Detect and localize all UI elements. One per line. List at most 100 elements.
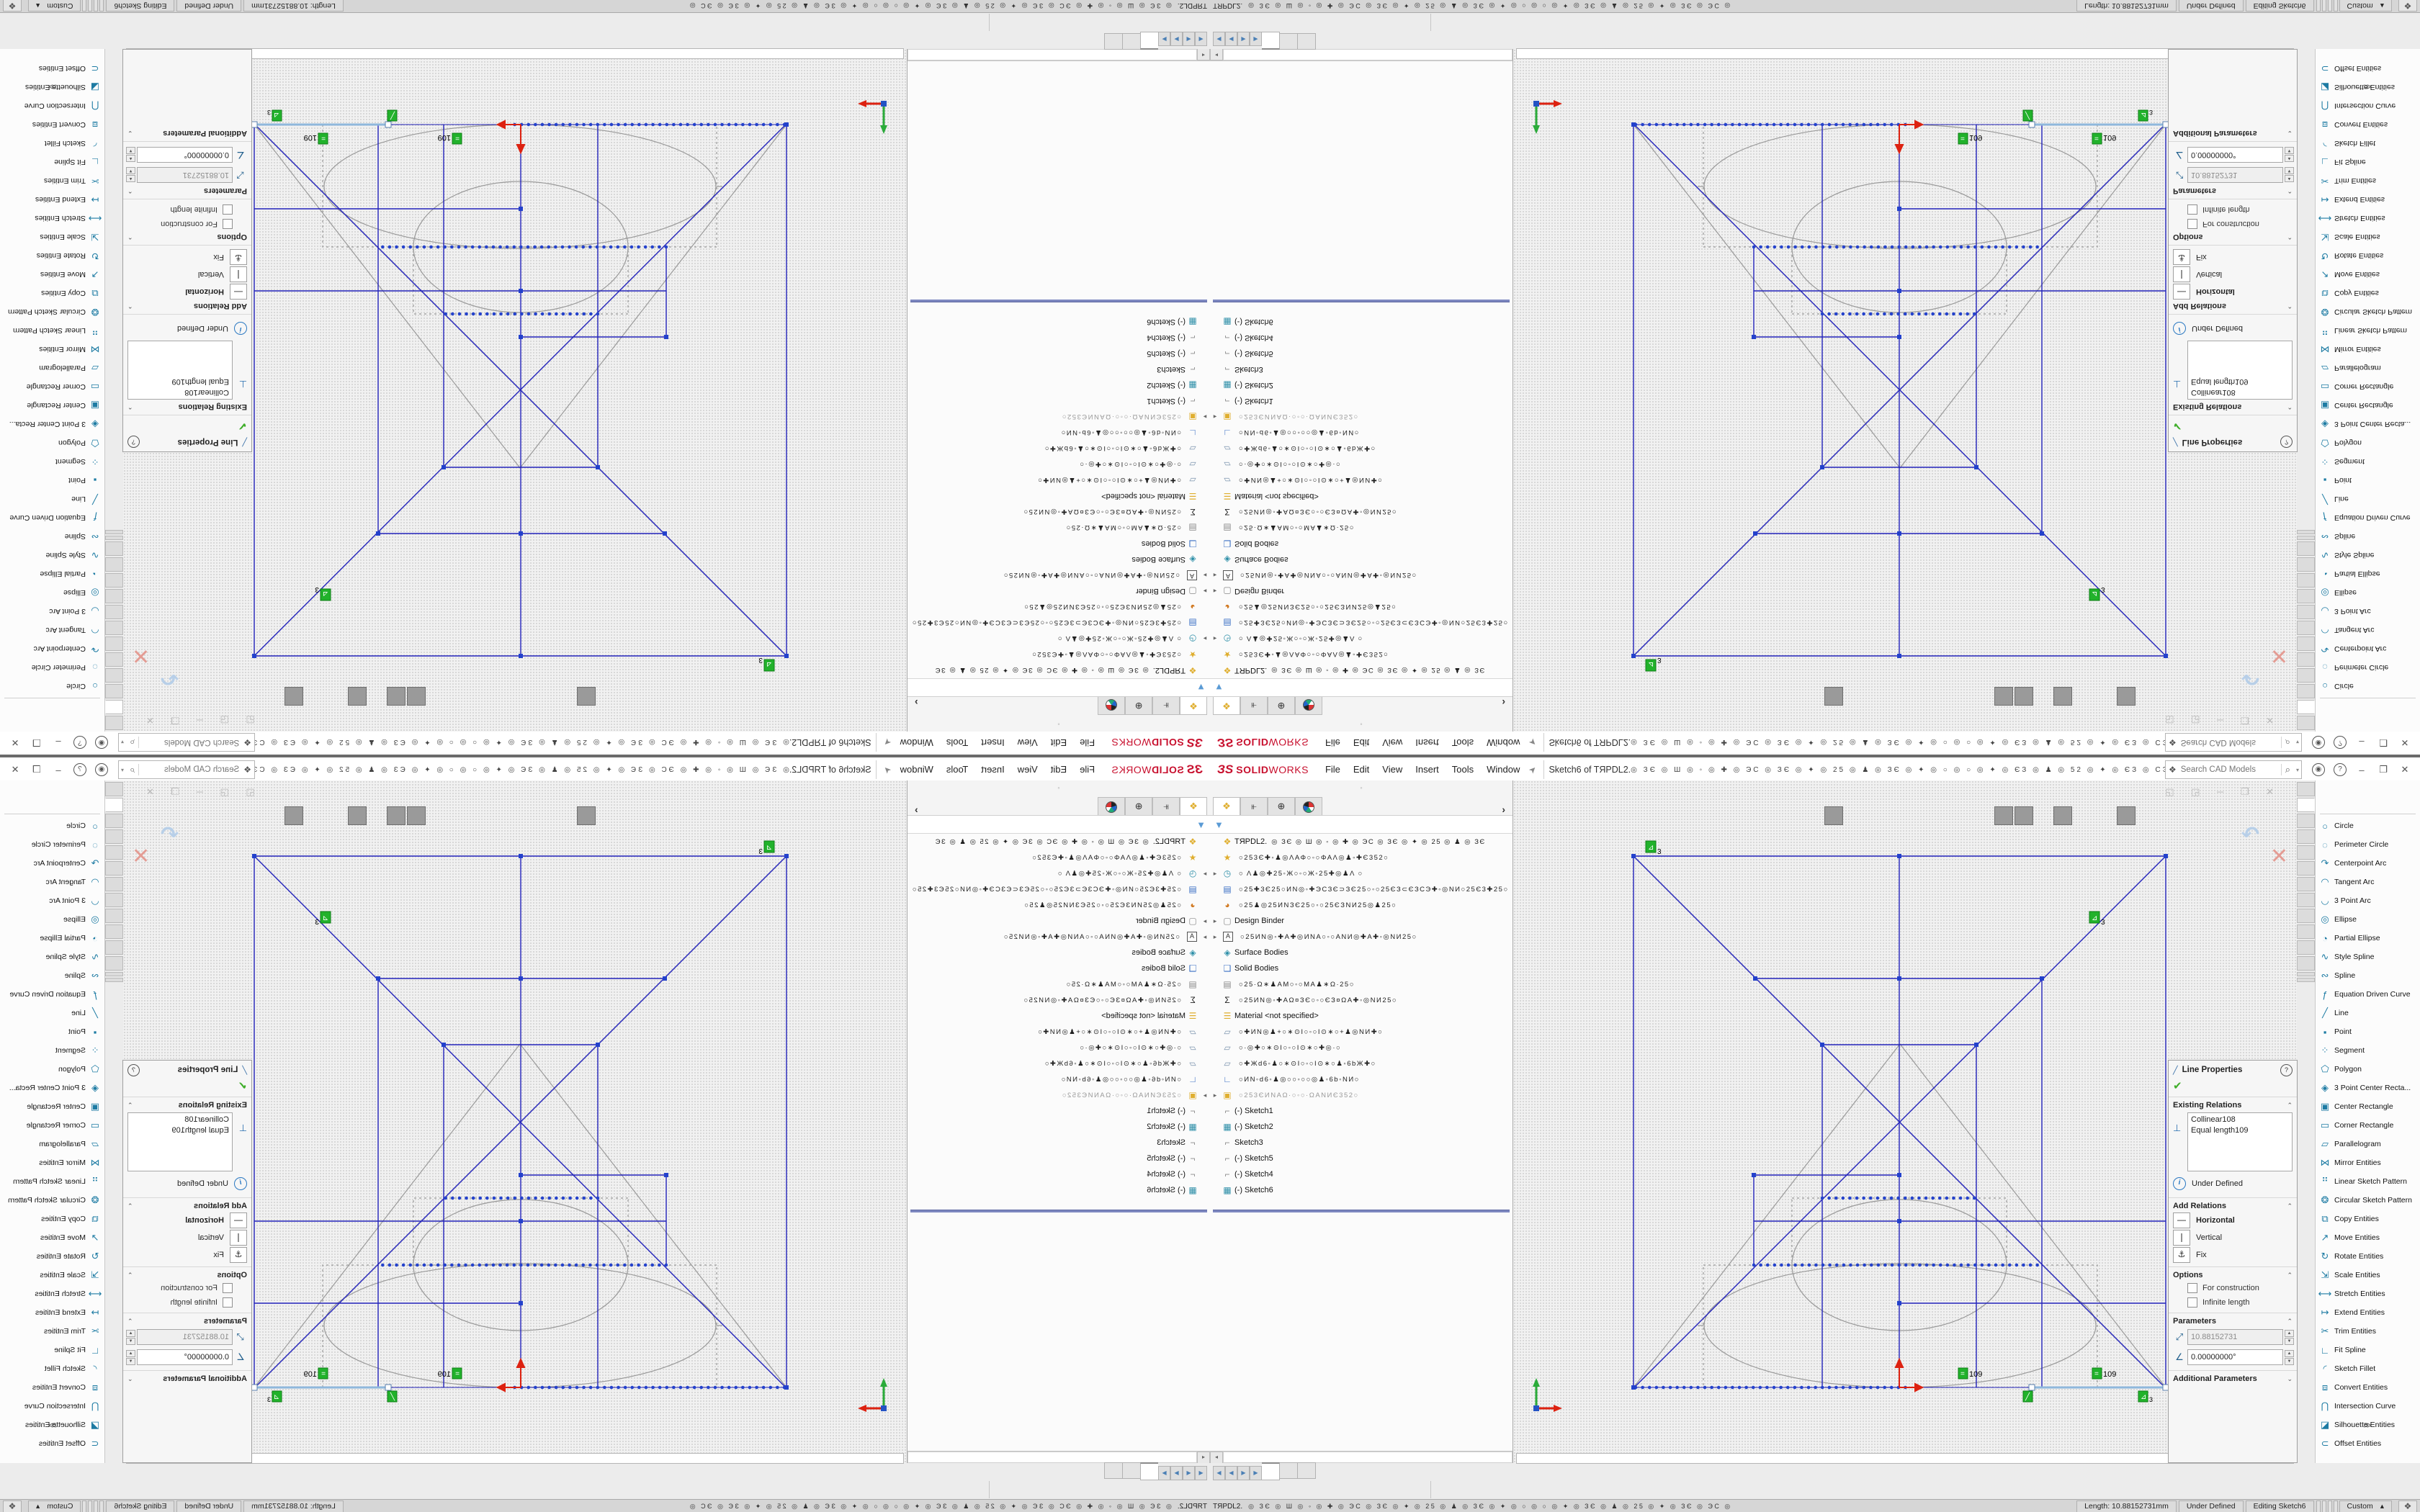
view-toolbar-icon[interactable] <box>1712 807 1729 824</box>
section-add-relations[interactable]: Add Relations⌃ <box>2169 1197 2297 1212</box>
featuremanager-tab-tree[interactable]: ❖ <box>1213 697 1240 715</box>
relation-button-icon[interactable]: ❘ <box>230 266 247 282</box>
tree-row[interactable]: ▸ ◷ ○ Λ♟◎✚25◦Ж○◦○Ж◦25✚◎♟Λ ○ <box>1210 631 1512 647</box>
view-toolbar-icon[interactable] <box>803 688 820 705</box>
view-toolbar-icon[interactable] <box>2092 688 2110 705</box>
sketch-tool-item[interactable]: ✂ Trim Entities <box>0 171 104 190</box>
sketch-tool-item[interactable]: ⠛ Linear Sketch Pattern <box>2316 1172 2420 1191</box>
commandmanager-tab[interactable] <box>105 924 123 939</box>
rollback-bar[interactable] <box>910 1210 1207 1212</box>
search-caret-icon[interactable]: ▾ <box>119 739 126 746</box>
menu-item[interactable]: Insert <box>1409 758 1446 781</box>
view-toolbar-icon[interactable] <box>247 807 264 824</box>
view-toolbar-icon[interactable] <box>1731 688 1748 705</box>
option-row[interactable]: Infinite length <box>2169 1295 2297 1310</box>
sketch-tool-item[interactable]: ƒ Equation Driven Curve <box>2316 985 2420 1004</box>
sketch-tool-item[interactable]: ⋂ Intersection Curve <box>0 1397 104 1416</box>
commandmanager-tab[interactable] <box>105 668 123 683</box>
tree-row[interactable]: ◕ ○25♟◎25ИΝЗЄ25○◦○25ЄЗΝИ25◎♟25○ <box>1210 599 1512 615</box>
commandmanager-tab[interactable] <box>105 782 123 796</box>
view-toolbar-icon[interactable] <box>1976 807 1993 824</box>
search-icon[interactable]: ⌕ <box>2281 764 2294 775</box>
view-toolbar-icon[interactable] <box>1562 688 1579 705</box>
view-toolbar-icon[interactable] <box>305 688 309 705</box>
section-options[interactable]: Options⌃ <box>123 1266 251 1281</box>
view-toolbar-icon[interactable] <box>2092 807 2110 824</box>
view-toolbar-icon[interactable] <box>228 688 246 705</box>
tree-row[interactable]: ⌐ (-) Sketch1 <box>908 1103 1210 1119</box>
relation-item[interactable]: Equal length109 <box>131 376 229 387</box>
tree-row[interactable]: ☰ Material <not specified> <box>908 488 1210 504</box>
option-row[interactable]: For construction <box>123 1281 251 1295</box>
tab-nav-button[interactable]: ▶ <box>1158 1466 1170 1480</box>
commandmanager-tab[interactable] <box>105 716 123 730</box>
view-toolbar-icon[interactable] <box>2015 806 2033 825</box>
spinner[interactable]: ▲▼ <box>2285 1350 2294 1365</box>
pin-menu-icon[interactable]: ➤ <box>881 763 893 775</box>
sketch-tool-item[interactable]: ▭ Corner Rectangle <box>0 1116 104 1135</box>
sketch-tool-item[interactable]: ▣ Center Rectangle <box>0 396 104 415</box>
sketch-tool-item[interactable]: ◡ 3 Point Arc <box>2316 602 2420 621</box>
view-toolbar-icon[interactable] <box>1901 688 1918 705</box>
menu-item[interactable]: File <box>1073 731 1101 754</box>
view-toolbar-icon[interactable] <box>407 806 426 825</box>
tree-row[interactable]: ☰ Material <not specified> <box>1210 1008 1512 1024</box>
view-toolbar-icon[interactable] <box>1919 688 1937 705</box>
tree-row[interactable]: ▱ ○✚ИΝ◎♟+○∗⊙Ι○◦○Ι⊙∗○+♟◎ΝИ✚○ <box>908 472 1210 488</box>
featuremanager-tab-configurations[interactable]: ⊕ <box>1125 697 1152 715</box>
tree-row[interactable]: ▤ ○25·Ω∗♟ΑΜ○◦○ΜΑ♟∗Ω·25○ <box>908 520 1210 536</box>
sketch-tool-item[interactable]: ▣ Center Rectangle <box>2316 1097 2420 1116</box>
commandmanager-tab[interactable] <box>2297 557 2315 572</box>
view-toolbar-icon[interactable] <box>1538 688 1542 705</box>
expand-arrow-icon[interactable]: ▸ <box>1200 1092 1210 1099</box>
relation-button-icon[interactable]: ⚓ <box>230 1247 247 1263</box>
add-relation-row[interactable]: — Horizontal <box>123 283 251 300</box>
sketch-tool-item[interactable]: ↦ Extend Entities <box>2316 190 2420 209</box>
tree-row[interactable]: ▸ A ○25ИΝ◎◦✚Α✚◎ИΝΑ○◦○ΑΝИ◎✚Α✚◦◎ΝИ25○ <box>908 929 1210 945</box>
commandmanager-tab[interactable] <box>105 589 123 603</box>
add-relation-row[interactable]: ❘ Vertical <box>2169 266 2297 283</box>
tree-row[interactable]: ⌐ Sketch3 <box>908 361 1210 377</box>
tab-nav-button[interactable]: ◀ <box>1183 1466 1195 1480</box>
more-tools-chevron-icon[interactable]: ≫ <box>0 1421 104 1430</box>
view-toolbar-icon[interactable] <box>502 807 519 824</box>
option-row[interactable]: Infinite length <box>123 1295 251 1310</box>
tab-nav-button[interactable]: ▶ <box>1170 1466 1183 1480</box>
add-relation-row[interactable]: — Horizontal <box>2169 1212 2297 1229</box>
restore-button[interactable]: ❐ <box>2372 764 2394 775</box>
sketch-tool-item[interactable]: ○ Circle <box>2316 816 2420 835</box>
view-toolbar-icon[interactable] <box>2111 807 2115 824</box>
view-toolbar-icon[interactable] <box>1994 806 2013 825</box>
featuremanager-tab-displaymanager[interactable] <box>1295 697 1322 715</box>
commandmanager-tab[interactable] <box>2297 541 2315 556</box>
sketch-tool-item[interactable]: ▪ Point <box>0 1022 104 1041</box>
close-button[interactable]: ✕ <box>4 764 26 775</box>
view-toolbar-icon[interactable] <box>2117 687 2136 706</box>
view-toolbar-icon[interactable] <box>859 688 877 705</box>
minimize-button[interactable]: – <box>48 737 69 748</box>
featuremanager-tab-configurations[interactable]: ⊕ <box>1268 797 1295 815</box>
sketch-tool-item[interactable]: ▣ Center Rectangle <box>0 1097 104 1116</box>
section-options[interactable]: Options⌃ <box>2169 231 2297 246</box>
sketch-tool-item[interactable]: ◎ Ellipse <box>0 910 104 929</box>
pin-menu-icon[interactable]: ➤ <box>1527 736 1539 748</box>
view-toolbar-icon[interactable] <box>1768 807 1785 824</box>
add-relation-row[interactable]: ❘ Vertical <box>123 266 251 283</box>
scroll-left-icon[interactable]: ◂ <box>1197 48 1210 60</box>
tab-nav-button[interactable]: ◀ <box>1225 1466 1237 1480</box>
checkbox[interactable] <box>223 204 233 215</box>
parameter-value[interactable]: 0.00000000° <box>137 147 233 163</box>
view-toolbar-icon[interactable] <box>521 807 538 824</box>
featuremanager-tab-displaymanager[interactable] <box>1098 697 1125 715</box>
sketch-tool-item[interactable]: ▱ Parallelogram <box>2316 1135 2420 1153</box>
tab-nav-button[interactable]: ▶ <box>1250 1466 1262 1480</box>
view-toolbar-icon[interactable] <box>1787 688 1804 705</box>
view-toolbar-icon[interactable] <box>2074 688 2091 705</box>
tree-row[interactable]: ◈ Surface Bodies <box>1210 945 1512 960</box>
view-toolbar-icon[interactable] <box>446 807 463 824</box>
commandmanager-tab[interactable] <box>2297 829 2315 844</box>
solidworks-resources-icon[interactable]: ❖ <box>2398 1500 2417 1512</box>
commandmanager-tab[interactable] <box>105 829 123 844</box>
section-parameters[interactable]: Parameters⌃ <box>123 1313 251 1327</box>
sketch-tool-item[interactable]: ⁘ Segment <box>0 1041 104 1060</box>
